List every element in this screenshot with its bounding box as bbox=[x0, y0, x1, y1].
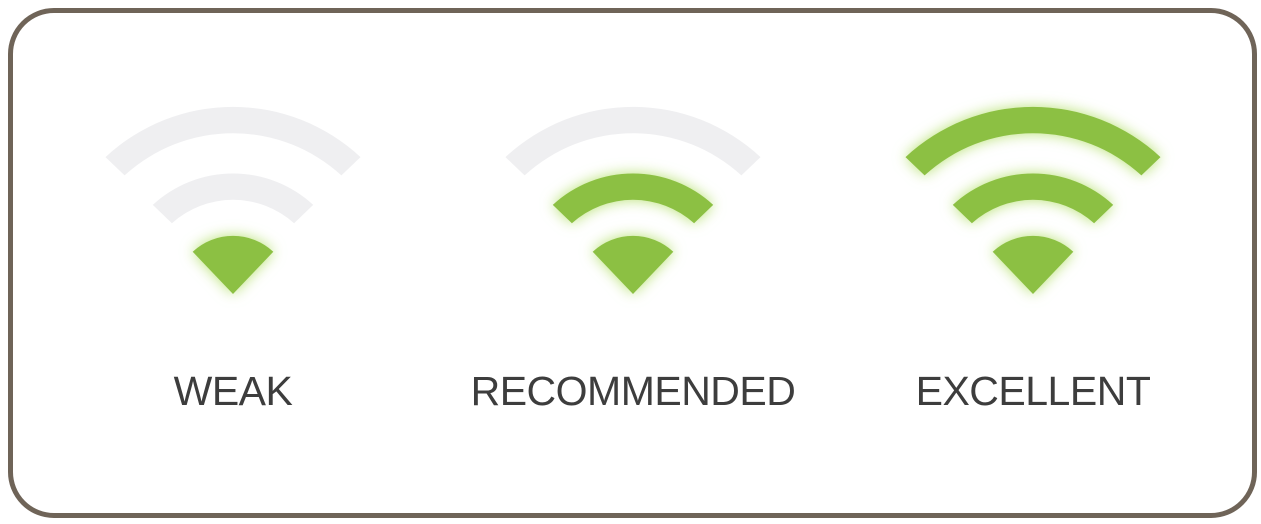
wifi-bar-inner bbox=[992, 235, 1074, 294]
level-label: RECOMMENDED bbox=[470, 368, 796, 414]
wifi-bar-middle bbox=[952, 173, 1114, 224]
wifi-bar-middle bbox=[552, 173, 714, 224]
wifi-signal-icon bbox=[505, 106, 761, 294]
wifi-bar-outer bbox=[105, 106, 361, 176]
level-label: WEAK bbox=[173, 368, 293, 414]
wifi-bar-middle bbox=[152, 173, 314, 224]
wifi-bar-inner bbox=[192, 235, 274, 294]
wifi-signal-icon bbox=[905, 106, 1161, 294]
wifi-bar-outer bbox=[905, 106, 1161, 176]
signal-level-recommended: RECOMMENDED bbox=[453, 0, 813, 524]
signal-level-weak: WEAK bbox=[53, 0, 413, 524]
level-label: EXCELLENT bbox=[915, 368, 1151, 414]
wifi-signal-icon bbox=[105, 106, 361, 294]
signal-level-excellent: EXCELLENT bbox=[853, 0, 1213, 524]
wifi-bar-inner bbox=[592, 235, 674, 294]
wifi-bar-outer bbox=[505, 106, 761, 176]
